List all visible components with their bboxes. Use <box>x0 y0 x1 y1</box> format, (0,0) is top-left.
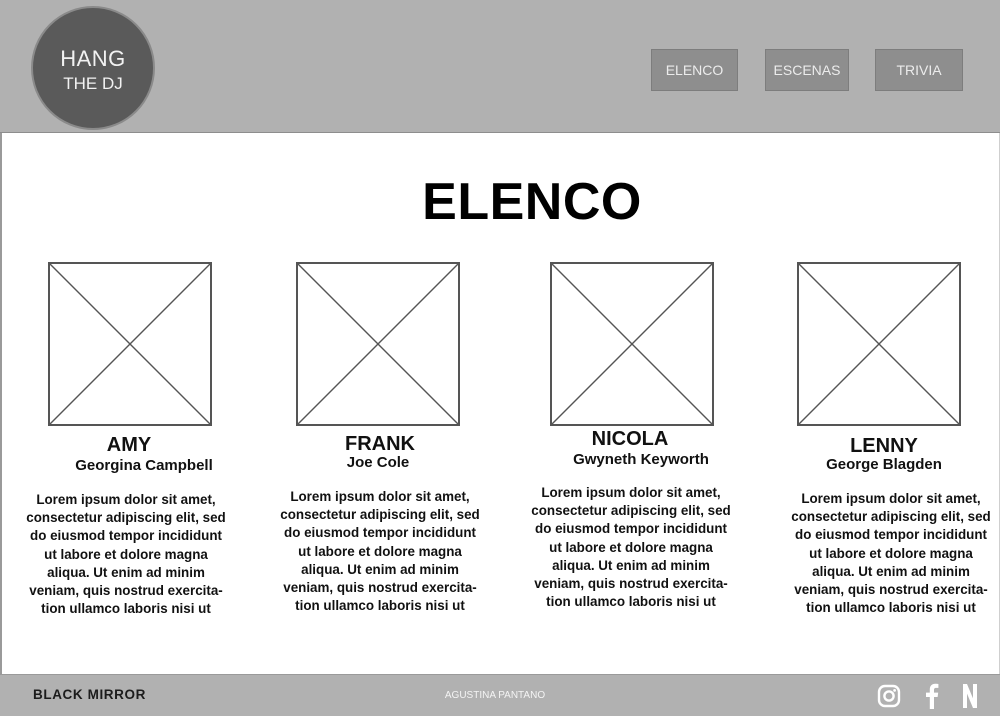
netflix-icon[interactable] <box>962 683 978 709</box>
logo-line-1: HANG <box>60 46 126 71</box>
character-name: AMY <box>106 434 152 456</box>
image-placeholder <box>48 262 212 426</box>
character-name: NICOLA <box>591 428 669 450</box>
actor-name: Joe Cole <box>346 454 410 471</box>
character-name: FRANK <box>345 433 415 455</box>
character-name: LENNY <box>850 435 918 457</box>
nav-elenco-button[interactable]: ELENCO <box>651 49 738 91</box>
facebook-icon[interactable] <box>922 683 942 709</box>
character-description: Lorem ipsum dolor sit amet, consectetur … <box>531 485 731 610</box>
character-description: Lorem ipsum dolor sit amet, consectetur … <box>791 491 991 616</box>
character-description: Lorem ipsum dolor sit amet, consectetur … <box>280 489 480 614</box>
site-footer: BLACK MIRROR AGUSTINA PANTANO <box>0 674 1000 716</box>
actor-name: Georgina Campbell <box>75 457 213 474</box>
nav-trivia-button[interactable]: TRIVIA <box>875 49 963 91</box>
instagram-icon[interactable] <box>877 683 901 709</box>
site-logo[interactable]: HANG THE DJ <box>31 6 155 130</box>
actor-name: Gwyneth Keyworth <box>573 451 709 468</box>
image-placeholder <box>797 262 961 426</box>
logo-line-2: THE DJ <box>63 74 123 93</box>
page-title: ELENCO <box>422 173 642 231</box>
actor-name: George Blagden <box>826 456 942 473</box>
site-header: HANG THE DJ ELENCO ESCENAS TRIVIA <box>0 0 1000 133</box>
author-credit: AGUSTINA PANTANO <box>444 690 546 701</box>
nav-escenas-button[interactable]: ESCENAS <box>765 49 849 91</box>
image-placeholder <box>550 262 714 426</box>
character-description: Lorem ipsum dolor sit amet, consectetur … <box>26 492 226 617</box>
image-placeholder <box>296 262 460 426</box>
